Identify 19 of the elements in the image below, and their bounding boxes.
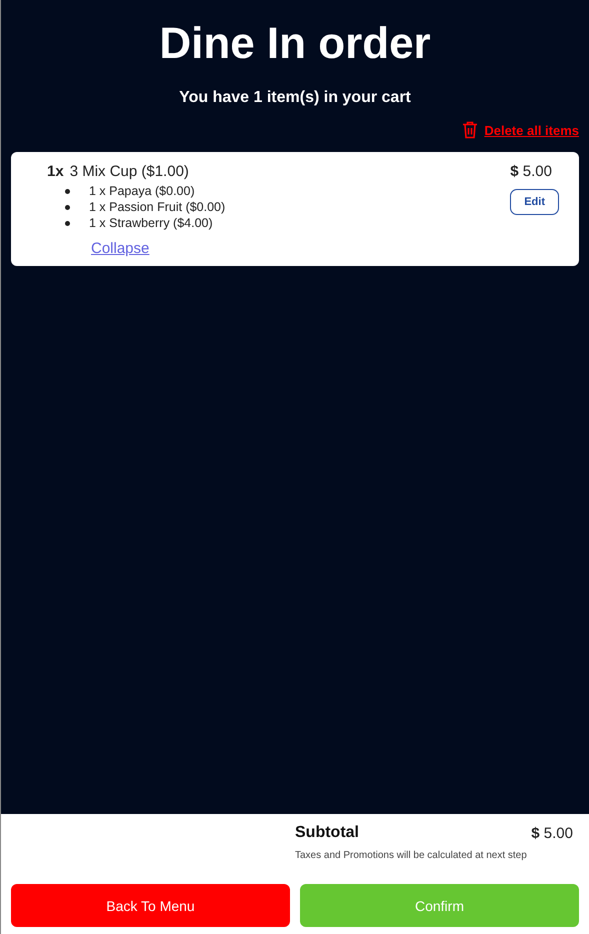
cart-summary: You have 1 item(s) in your cart <box>178 89 412 107</box>
item-name: 3 Mix Cup ($1.00) <box>70 163 189 180</box>
bullet-icon <box>65 188 70 194</box>
edit-button[interactable]: Edit <box>510 189 559 215</box>
page-title: Dine In order <box>158 18 432 70</box>
item-price: $ 5.00 <box>510 163 552 180</box>
back-button[interactable]: Back To Menu <box>11 884 290 927</box>
subtotal-label: Subtotal <box>295 824 359 842</box>
tax-note: Taxes and Promotions will be calculated at next step <box>295 850 528 861</box>
trash-icon <box>462 121 478 139</box>
collapse-link[interactable]: Collapse <box>91 240 150 257</box>
bullet-icon <box>65 204 70 210</box>
option-text: 1 x Papaya ($0.00) <box>89 183 195 199</box>
delete-all-link[interactable]: Delete all items <box>462 121 579 139</box>
option-text: 1 x Passion Fruit ($0.00) <box>89 199 226 215</box>
subtotal-value: $ 5.00 <box>531 824 573 842</box>
bullet-icon <box>65 220 70 226</box>
item-quantity: 1x <box>47 163 64 180</box>
option-text: 1 x Strawberry ($4.00) <box>89 215 213 231</box>
